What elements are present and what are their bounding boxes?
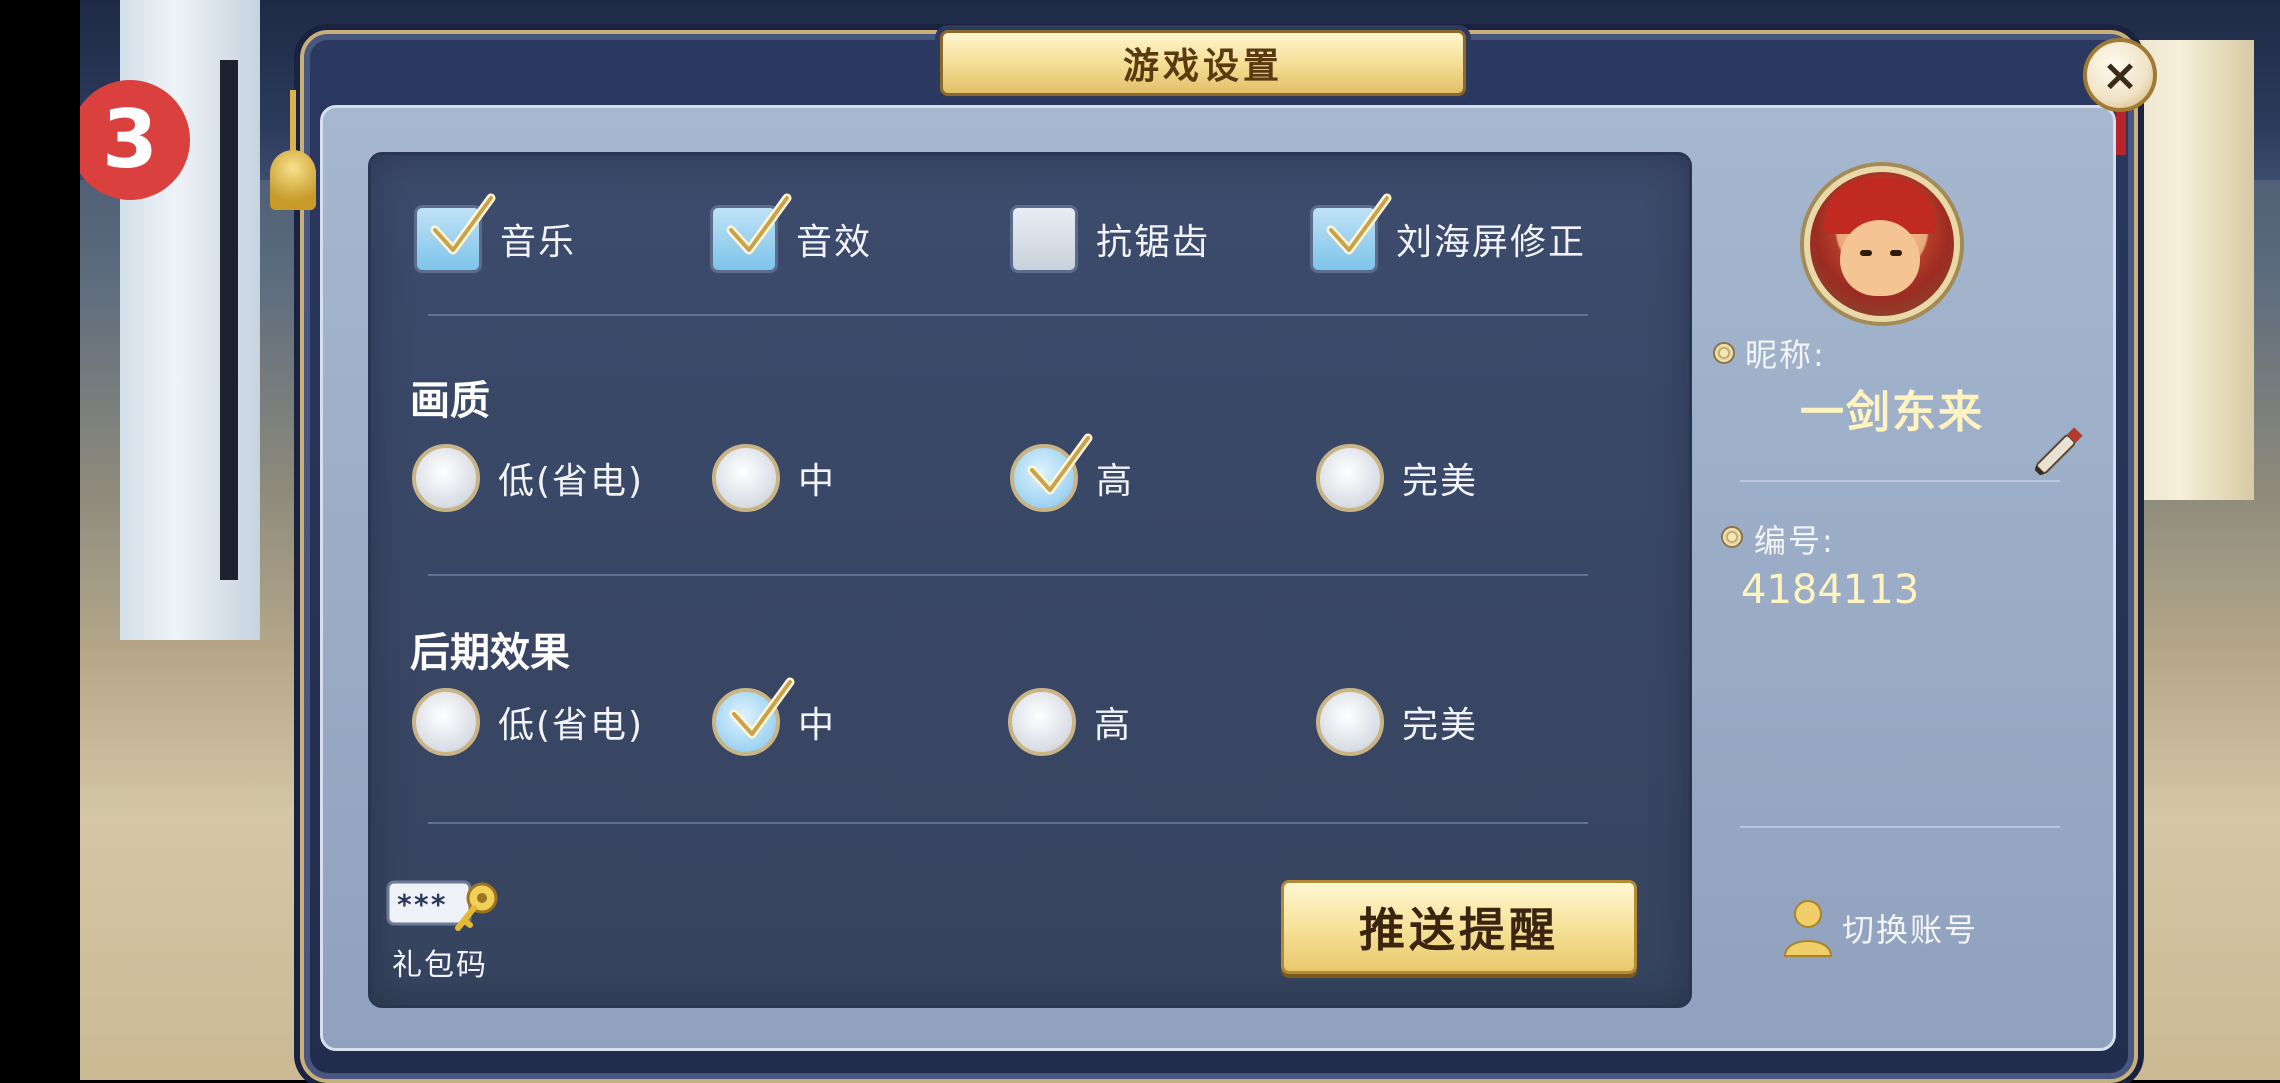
switch-account-label: 切换账号 (1842, 911, 1979, 949)
user-icon (1783, 900, 1833, 957)
bullet-icon (1721, 526, 1743, 548)
checkbox-anti-aliasing[interactable] (1010, 205, 1078, 273)
checkmark-icon (726, 193, 792, 255)
nickname-value: 一剑东来 (1800, 387, 1984, 438)
checkbox-notch-fix[interactable] (1310, 193, 1392, 273)
radio-post-effects-low[interactable] (412, 688, 480, 756)
nickname-label: 昵称: (1745, 336, 1826, 374)
post-effects-section-title: 后期效果 (410, 629, 570, 676)
close-button[interactable]: × (2083, 38, 2157, 112)
toggle-anti-aliasing[interactable]: 抗锯齿 (1010, 205, 1210, 273)
divider (1740, 826, 2060, 828)
post-effects-option-high-label: 高 (1094, 705, 1133, 746)
switch-account-button[interactable]: 切换账号 (1782, 898, 1978, 958)
dialog-title: 游戏设置 (940, 30, 1466, 96)
avatar-eye (1860, 250, 1872, 256)
radio-quality-medium[interactable] (712, 444, 780, 512)
quality-option-low[interactable]: 低(省电) (412, 444, 644, 512)
avatar-face (1840, 220, 1920, 296)
id-label: 编号: (1754, 522, 1835, 560)
toggle-notch-fix[interactable]: 刘海屏修正 (1310, 193, 1587, 273)
radio-post-effects-medium[interactable] (712, 677, 795, 756)
id-value: 4184113 (1741, 567, 1920, 613)
checkbox-music[interactable] (414, 193, 496, 273)
toggle-anti-aliasing-label: 抗锯齿 (1096, 222, 1211, 263)
radio-quality-perfect[interactable] (1316, 444, 1384, 512)
toggle-notch-fix-label: 刘海屏修正 (1396, 222, 1587, 263)
quality-option-high-label: 高 (1096, 461, 1135, 502)
background-pole (220, 60, 238, 580)
divider (428, 822, 1588, 824)
radio-post-effects-high[interactable] (1008, 688, 1076, 756)
quality-option-perfect-label: 完美 (1402, 461, 1479, 502)
quality-option-medium[interactable]: 中 (712, 444, 836, 512)
quality-option-low-label: 低(省电) (498, 461, 645, 502)
checkbox-sound-effects[interactable] (710, 193, 792, 273)
checkmark-icon (1326, 193, 1392, 255)
post-effects-option-perfect-label: 完美 (1402, 705, 1479, 746)
quality-section-title: 画质 (410, 377, 490, 424)
radio-quality-high[interactable] (1010, 433, 1093, 512)
toggle-sound-effects-label: 音效 (796, 222, 873, 263)
post-effects-option-medium-label: 中 (798, 705, 837, 746)
quality-option-perfect[interactable]: 完美 (1316, 444, 1478, 512)
checkmark-icon (1027, 433, 1093, 495)
gift-code-icon-text: *** (396, 888, 447, 921)
gift-code-button[interactable]: *** (386, 876, 504, 932)
toggle-sound-effects[interactable]: 音效 (710, 193, 873, 273)
bell-icon (270, 150, 316, 210)
radio-post-effects-perfect[interactable] (1316, 688, 1384, 756)
divider (1740, 480, 2060, 482)
quality-option-high[interactable]: 高 (1010, 433, 1135, 512)
quality-option-medium-label: 中 (798, 461, 837, 502)
post-effects-option-high[interactable]: 高 (1008, 688, 1132, 756)
post-effects-option-medium[interactable]: 中 (712, 677, 837, 756)
avatar-eye (1890, 250, 1902, 256)
checkmark-icon (430, 193, 496, 255)
avatar[interactable] (1804, 166, 1960, 322)
gift-code-label: 礼包码 (392, 948, 488, 983)
bell-chain (290, 90, 296, 154)
radio-quality-low[interactable] (412, 444, 480, 512)
post-effects-option-perfect[interactable]: 完美 (1316, 688, 1478, 756)
bullet-icon (1713, 342, 1735, 364)
divider (428, 574, 1588, 576)
post-effects-option-low-label: 低(省电) (498, 705, 645, 746)
push-notification-button[interactable]: 推送提醒 (1281, 880, 1637, 974)
toggle-music[interactable]: 音乐 (414, 193, 577, 273)
toggle-music-label: 音乐 (500, 222, 577, 263)
divider (428, 314, 1588, 316)
checkmark-icon (729, 677, 795, 739)
post-effects-option-low[interactable]: 低(省电) (412, 688, 644, 756)
